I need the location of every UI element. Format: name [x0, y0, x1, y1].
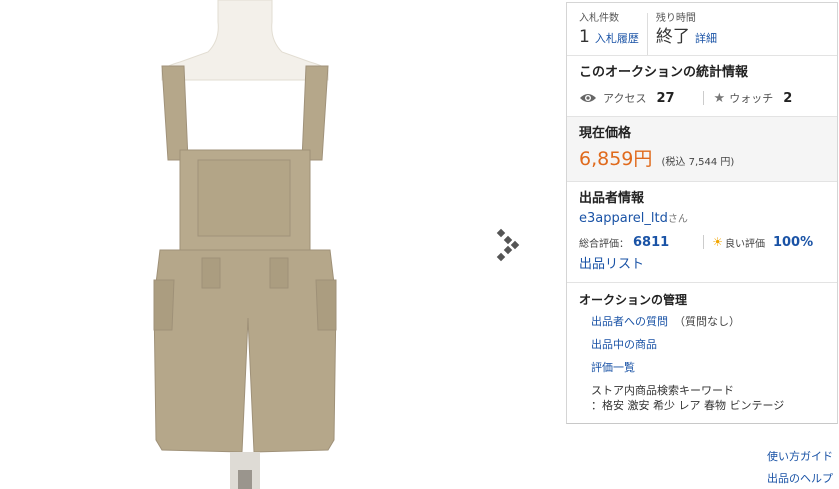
seller-honorific: さん	[667, 214, 688, 225]
question-note: （質問なし）	[674, 315, 740, 328]
product-image[interactable]	[150, 0, 340, 489]
rating-list-link[interactable]: 評価一覧	[591, 361, 635, 374]
total-rating-value[interactable]: 6811	[633, 235, 669, 250]
good-rating-value: 100%	[772, 234, 814, 250]
bid-count-value: 1	[579, 27, 590, 47]
good-rating-label: 良い評価	[724, 238, 765, 250]
price-tax-note: (税込 7,544 円)	[661, 157, 735, 168]
bid-history-link[interactable]: 入札履歴	[595, 32, 639, 45]
eye-icon	[580, 94, 596, 102]
seller-items-link[interactable]: 出品中の商品	[591, 338, 657, 351]
watch-stat: ★ ウォッチ 2	[714, 90, 793, 106]
watch-label: ウォッチ	[729, 92, 774, 105]
store-keyword-label: ストア内商品検索キーワード	[591, 384, 734, 397]
footer-links: 使い方ガイド 出品のヘルプ	[767, 446, 833, 489]
time-left-block: 残り時間 終了 詳細	[646, 13, 725, 55]
usage-guide-link[interactable]: 使い方ガイド	[767, 446, 833, 468]
management-section: オークションの管理 出品者への質問 （質問なし） 出品中の商品 評価一覧 ストア内…	[567, 282, 837, 423]
ask-seller-link[interactable]: 出品者への質問	[591, 315, 668, 328]
price-title: 現在価格	[579, 126, 632, 141]
bid-count-label: 入札件数	[579, 13, 619, 24]
current-price: 6,859円	[579, 148, 653, 170]
stats-title: このオークションの統計情報	[579, 65, 749, 80]
time-detail-link[interactable]: 詳細	[695, 32, 717, 45]
time-left-value: 終了	[655, 27, 690, 47]
total-rating-label: 総合評価：	[579, 238, 629, 250]
watch-count: 2	[783, 90, 793, 106]
time-left-label: 残り時間	[655, 13, 696, 24]
bid-count-block: 入札件数 1 入札履歴	[579, 13, 647, 55]
star-icon: ★	[713, 90, 726, 106]
next-image-arrow-icon[interactable]	[496, 228, 522, 262]
bid-time-summary: 入札件数 1 入札履歴 残り時間 終了 詳細	[567, 3, 837, 55]
seller-title: 出品者情報	[579, 191, 645, 206]
seller-name-link[interactable]: e3apparel_ltd	[579, 211, 668, 226]
management-title: オークションの管理	[579, 293, 688, 307]
price-section: 現在価格 6,859円 (税込 7,544 円)	[567, 116, 837, 181]
seller-section: 出品者情報 e3apparel_ltdさん 総合評価： 6811 ☀ 良い評価 …	[567, 181, 837, 282]
access-stat: アクセス 27	[579, 90, 675, 106]
access-label: アクセス	[603, 92, 647, 105]
sun-icon: ☀	[712, 235, 723, 249]
stats-section: このオークションの統計情報 アクセス 27 ★ ウォッチ 2	[567, 55, 837, 116]
listing-help-link[interactable]: 出品のヘルプ	[767, 468, 833, 489]
seller-listing-link[interactable]: 出品リスト	[579, 257, 644, 272]
access-count: 27	[656, 90, 675, 106]
product-image-area	[0, 0, 560, 489]
store-keywords: ：格安 激安 希少 レア 春物 ビンテージ	[591, 399, 785, 412]
auction-info-panel: 入札件数 1 入札履歴 残り時間 終了 詳細 このオークションの統計情報 アクセ…	[566, 2, 838, 424]
